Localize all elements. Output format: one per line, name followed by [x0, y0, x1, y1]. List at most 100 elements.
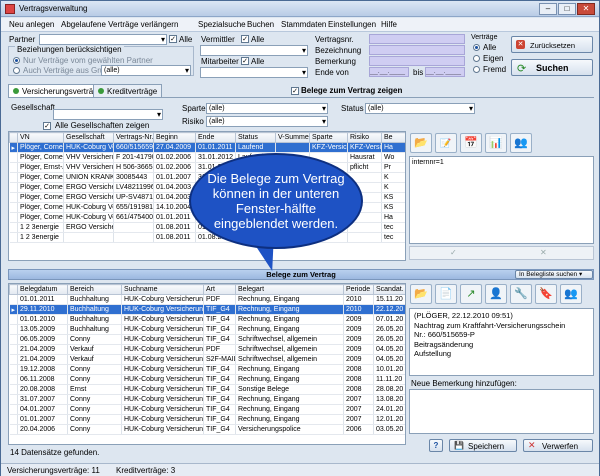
beleg-row[interactable]: ▸ 29.11.2010 Buchhaltung HUK-Coburg Versich…	[9, 304, 405, 315]
beleg-row[interactable]: 04.01.2007 Conny HUK-Coburg Versicherung TI…	[9, 404, 405, 415]
col-bereich[interactable]: Bereich	[67, 284, 122, 295]
check-icon[interactable]: ✓	[450, 248, 457, 257]
folder-icon[interactable]: 📂	[410, 133, 432, 153]
in-belegliste-suchen-button[interactable]: In Belegliste suchen ▾	[515, 270, 593, 279]
col-vsumme[interactable]: V-Summe	[275, 132, 310, 143]
open-folder-icon[interactable]: 📂	[410, 284, 432, 304]
nur-vertraege-radio[interactable]	[13, 57, 20, 64]
col-risiko[interactable]: Risiko	[347, 132, 382, 143]
belege-title: Belege zum Vertrag	[266, 270, 336, 279]
col-gesellschaft[interactable]: Gesellschaft	[63, 132, 114, 143]
maximize-button[interactable]: □	[558, 3, 576, 15]
calendar-icon[interactable]: 📅	[460, 133, 482, 153]
menu-neu-anlegen[interactable]: Neu anlegen	[9, 20, 54, 29]
tools-icon[interactable]: 🔧	[510, 284, 532, 304]
radio-fremd[interactable]	[473, 66, 480, 73]
mitarbeiter-alle-checkbox[interactable]: ✓	[241, 57, 249, 65]
note-text-box[interactable]: (PLÖGER, 22.12.2010 09:51) Nachtrag zum K…	[409, 308, 594, 376]
col-scandat[interactable]: Scandat.	[373, 284, 405, 295]
beleg-row[interactable]: 19.12.2008 Conny HUK-Coburg Versicherung TI…	[9, 364, 405, 375]
contract-cell: 01.04.2003	[153, 182, 196, 193]
beleg-cell: 12.01.20	[373, 414, 405, 425]
menu-hilfe[interactable]: Hilfe	[381, 20, 397, 29]
menu-einstellungen[interactable]: Einstellungen	[328, 20, 376, 29]
beleg-row[interactable]: 21.04.2009 Verkauf HUK-Coburg Versicherung…	[9, 344, 405, 355]
sparte-select[interactable]: (alle)	[206, 103, 328, 114]
close-button[interactable]: ✕	[577, 3, 595, 15]
bezeichnung-input[interactable]	[369, 45, 465, 55]
beleg-row[interactable]: 20.08.2008 Ernst HUK-Coburg Versicherung TI…	[9, 384, 405, 395]
col-periode[interactable]: Periode	[343, 284, 374, 295]
belege-table[interactable]: Belegdatum Bereich Suchname Art Belegart…	[8, 283, 406, 445]
col-belegdatum[interactable]: Belegdatum	[17, 284, 68, 295]
notes-icon[interactable]: 📝	[435, 133, 457, 153]
vermittler-alle-checkbox[interactable]: ✓	[241, 35, 249, 43]
cross-icon[interactable]: ✕	[540, 248, 547, 257]
save-button[interactable]: 💾 Speichern	[449, 439, 517, 452]
ende-von-input[interactable]: __.__.____	[369, 67, 409, 77]
col-status[interactable]: Status	[235, 132, 276, 143]
risiko-select[interactable]: (alle)	[206, 116, 328, 127]
vertragsnr-input[interactable]	[369, 34, 465, 44]
beleg-row[interactable]: 01.01.2011 Buchhaltung HUK-Coburg Versiche…	[9, 294, 405, 305]
partner-select[interactable]	[39, 34, 167, 45]
menu-spezialsuche[interactable]: Spezialsuche	[198, 20, 246, 29]
user-edit-icon[interactable]: 👤	[485, 284, 507, 304]
col-art[interactable]: Art	[203, 284, 236, 295]
radio-alle[interactable]	[473, 44, 480, 51]
beleg-row[interactable]: 06.11.2008 Conny HUK-Coburg Versicherung TI…	[9, 374, 405, 385]
contract-row[interactable]: Plöger, CorneliaVHV VersicherungF 201-41…	[9, 152, 405, 163]
col-beginn[interactable]: Beginn	[153, 132, 196, 143]
chart-icon[interactable]: 📊	[485, 133, 507, 153]
people-icon[interactable]: 👥	[560, 284, 582, 304]
col-ende[interactable]: Ende	[195, 132, 236, 143]
beleg-row[interactable]: 01.01.2010 Buchhaltung HUK-Coburg Versiche…	[9, 314, 405, 325]
beleg-cell: Conny	[67, 394, 122, 405]
alle-gesellschaften-checkbox[interactable]: ✓	[43, 122, 51, 130]
status-select[interactable]: (alle)	[365, 103, 475, 114]
belege-zeigen-checkbox[interactable]: ✓	[291, 87, 299, 95]
vermittler-select[interactable]	[200, 45, 308, 56]
auch-vertraege-radio[interactable]	[13, 67, 20, 74]
beleg-row[interactable]: 13.05.2009 Buchhaltung HUK-Coburg Versiche…	[9, 324, 405, 335]
col-sparte[interactable]: Sparte	[309, 132, 348, 143]
beleg-row[interactable]: 06.05.2009 Conny HUK-Coburg Versicherung TI…	[9, 334, 405, 345]
users-icon[interactable]: 👥	[510, 133, 532, 153]
ende-bis-input[interactable]: __.__.____	[425, 67, 465, 77]
gruppe-select[interactable]: (alle)	[101, 65, 191, 76]
stamp-icon[interactable]: 🔖	[535, 284, 557, 304]
contract-cell: HUK-Coburg Versicherung	[63, 212, 114, 223]
contract-row[interactable]: 1 2 3energie 01.08.2011 01.08.2014 tec	[9, 232, 405, 243]
search-button[interactable]: ⟳ Suchen	[511, 59, 593, 76]
menu-abgelaufene[interactable]: Abgelaufene Verträge verlängern	[61, 20, 178, 29]
gesellschaft-select[interactable]	[53, 109, 163, 120]
col-vn[interactable]: VN	[17, 132, 64, 143]
partner-alle-checkbox[interactable]: ✓	[169, 35, 177, 43]
col-be[interactable]: Be	[381, 132, 405, 143]
beleg-row[interactable]: 31.07.2007 Conny HUK-Coburg Versicherung TI…	[9, 394, 405, 405]
bemerkung-input[interactable]	[369, 56, 465, 66]
pdf-icon[interactable]: 📄	[435, 284, 457, 304]
menu-buchen[interactable]: Buchen	[247, 20, 274, 29]
contract-cell: F 201-417900	[113, 152, 154, 163]
beleg-row[interactable]: 01.01.2007 Conny HUK-Coburg Versicherung TI…	[9, 414, 405, 425]
help-button[interactable]: ?	[429, 439, 443, 452]
neu-bemerkung-input[interactable]	[409, 389, 594, 434]
discard-button[interactable]: ✕ Verwerfen	[523, 439, 593, 452]
beleg-cell: Rechnung, Eingang	[235, 364, 344, 375]
tab-kreditvertraege[interactable]: Kreditverträge	[93, 84, 163, 97]
radio-eigen[interactable]	[473, 55, 480, 62]
beleg-cell: 01.01.2007	[17, 414, 68, 425]
note-top-box[interactable]: internnr=1	[409, 156, 594, 244]
col-belegart[interactable]: Belegart	[235, 284, 344, 295]
reset-button[interactable]: ✕ Zurücksetzen	[511, 36, 593, 53]
mitarbeiter-select[interactable]	[200, 67, 308, 78]
col-suchname[interactable]: Suchname	[121, 284, 204, 295]
col-vertragsnr[interactable]: Vertrags-Nr.	[113, 132, 154, 143]
export-icon[interactable]: ↗	[460, 284, 482, 304]
menu-stammdaten[interactable]: Stammdaten	[281, 20, 326, 29]
minimize-button[interactable]: –	[539, 3, 557, 15]
beleg-row[interactable]: 21.04.2009 Verkauf HUK-Coburg Versicherung…	[9, 354, 405, 365]
contract-row[interactable]: ▸Plöger, CorneliaHUK-Coburg Versicherung…	[9, 142, 405, 153]
beleg-row[interactable]: 20.04.2006 Conny HUK-Coburg Versicherung TI…	[9, 424, 405, 435]
